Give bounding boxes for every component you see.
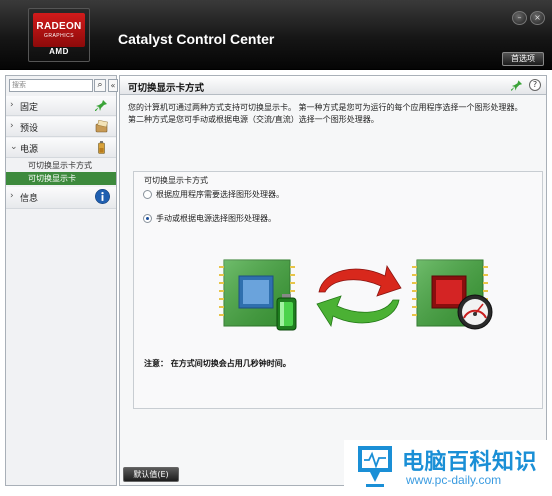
title-bar: RADEON GRAPHICS AMD Catalyst Control Cen… <box>0 0 552 70</box>
page-title: 可切换显示卡方式 <box>128 83 205 94</box>
mode-groupbox: 可切换显示卡方式 根据应用程序需要选择图形处理器。 手动或根据电源选择图形处理器… <box>133 171 543 409</box>
switch-illustration <box>219 259 493 331</box>
watermark-name: 电脑百科知识 <box>402 450 538 475</box>
logo-maker: AMD <box>49 47 69 56</box>
expand-arrow-icon: › <box>10 100 14 110</box>
switch-left-arrow-icon <box>316 295 400 328</box>
logo-sub: GRAPHICS <box>43 33 75 39</box>
radeon-badge: RADEON GRAPHICS <box>33 13 85 47</box>
sidebar: 搜索 ⌕ « › 固定 › 预设 ⌄ 电源 可切换显示卡方式 可切换显示卡 › <box>5 75 118 486</box>
app-title: Catalyst Control Center <box>118 31 275 47</box>
help-icon[interactable]: ? <box>529 79 541 91</box>
description-line: 第二种方式是您可手动或根据电源（交流/直流）选择一个图形处理器。 <box>128 114 379 124</box>
pin-page-icon[interactable] <box>511 79 523 92</box>
search-icon[interactable]: ⌕ <box>94 79 106 92</box>
watermark-url: www.pc-daily.com <box>406 473 502 487</box>
sidebar-item-label: 预设 <box>20 124 39 134</box>
sidebar-item-label: 固定 <box>20 103 39 113</box>
sidebar-item-presets[interactable]: › 预设 <box>6 117 116 137</box>
radio-label: 根据应用程序需要选择图形处理器。 <box>156 190 284 199</box>
search-input[interactable]: 搜索 <box>9 79 93 92</box>
radio-label: 手动或根据电源选择图形处理器。 <box>156 214 276 223</box>
speedometer-icon <box>457 294 493 330</box>
sidebar-item-label: 电源 <box>20 145 39 155</box>
watermark: 电脑百科知识 www.pc-daily.com <box>344 440 552 496</box>
description-line: 您的计算机可通过两种方式支持可切换显示卡。 第一种方式是您可为运行的每个应用程序… <box>128 103 523 112</box>
minimize-button[interactable]: – <box>512 11 527 25</box>
sidebar-subitem-label: 可切换显示卡 <box>28 174 76 183</box>
pin-icon <box>95 100 107 111</box>
sidebar-subitem-label: 可切换显示卡方式 <box>28 161 92 170</box>
sidebar-item-label: 信息 <box>20 194 39 204</box>
preferences-button[interactable]: 首选项 <box>502 52 544 66</box>
battery-icon <box>276 294 297 331</box>
radio-button[interactable] <box>143 190 152 199</box>
presets-icon <box>95 120 108 133</box>
collapse-icon[interactable]: « <box>108 79 118 92</box>
sidebar-item-pinned[interactable]: › 固定 <box>6 96 116 116</box>
expand-arrow-icon: ⌄ <box>10 142 18 152</box>
watermark-logo-icon <box>358 446 392 487</box>
note-text: 注意： 在方式间切换会占用几秒钟时间。 <box>144 359 291 368</box>
battery-icon <box>98 141 105 154</box>
logo-brand: RADEON <box>36 21 82 32</box>
panel-header: 可切换显示卡方式 ? <box>120 76 546 95</box>
radio-button-checked[interactable] <box>143 214 152 223</box>
close-button[interactable]: × <box>530 11 545 25</box>
switch-right-arrow-icon <box>318 264 402 297</box>
group-title: 可切换显示卡方式 <box>144 176 208 185</box>
main-panel: 可切换显示卡方式 ? 您的计算机可通过两种方式支持可切换显示卡。 第一种方式是您… <box>119 75 547 486</box>
sidebar-item-information[interactable]: › 信息 <box>6 187 116 209</box>
description: 您的计算机可通过两种方式支持可切换显示卡。 第一种方式是您可为运行的每个应用程序… <box>128 102 542 125</box>
expand-arrow-icon: › <box>10 121 14 131</box>
radeon-logo: RADEON GRAPHICS AMD <box>28 8 90 62</box>
sidebar-subitem-switchable-graphics[interactable]: 可切换显示卡 <box>6 172 116 185</box>
sidebar-item-power[interactable]: ⌄ 电源 <box>6 138 116 158</box>
info-icon <box>95 189 110 204</box>
expand-arrow-icon: › <box>10 191 14 201</box>
search-row: 搜索 ⌕ « <box>9 79 118 93</box>
sidebar-subitem-switchable-mode[interactable]: 可切换显示卡方式 <box>6 159 116 172</box>
defaults-button[interactable]: 默认值(E) <box>123 467 179 482</box>
